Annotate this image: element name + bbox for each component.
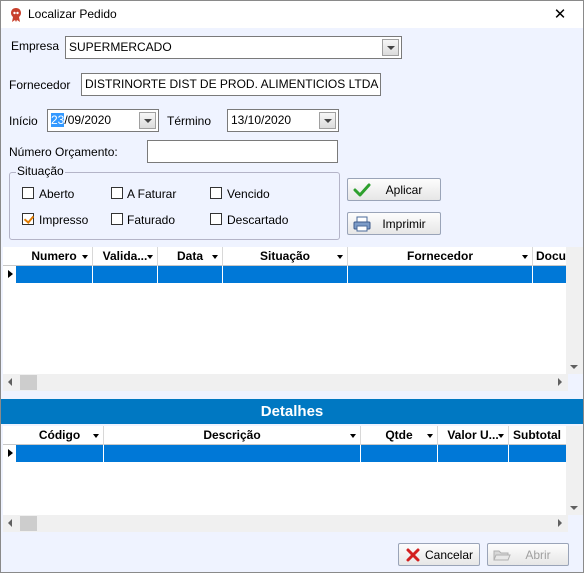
- termino-date-picker[interactable]: 13/10/2020: [227, 109, 339, 132]
- table-row[interactable]: [16, 266, 568, 283]
- inicio-label: Início: [9, 114, 38, 128]
- fornecedor-field[interactable]: DISTRINORTE DIST DE PROD. ALIMENTICIOS L…: [81, 73, 381, 96]
- window-title: Localizar Pedido: [28, 7, 117, 21]
- chevron-down-icon[interactable]: [382, 39, 399, 56]
- empresa-select[interactable]: SUPERMERCADO: [65, 36, 402, 59]
- descartado-checkbox[interactable]: [210, 213, 222, 225]
- descartado-label[interactable]: Descartado: [227, 213, 288, 227]
- orders-grid[interactable]: Numero Valida... Data Situação Fornecedo…: [3, 247, 568, 374]
- termino-value: 13/10/2020: [231, 113, 292, 127]
- col-fornecedor[interactable]: Fornecedor: [348, 247, 533, 266]
- inicio-date-picker[interactable]: 23/09/2020: [47, 109, 159, 132]
- col-descricao[interactable]: Descrição: [104, 426, 361, 445]
- faturado-checkbox[interactable]: [111, 213, 123, 225]
- a-faturar-label[interactable]: A Faturar: [127, 187, 176, 201]
- scroll-down-icon[interactable]: [570, 365, 578, 369]
- inicio-day-selected: 23: [51, 113, 65, 127]
- abrir-button[interactable]: Abrir: [487, 543, 569, 566]
- col-codigo[interactable]: Código: [16, 426, 104, 445]
- fornecedor-label: Fornecedor: [9, 78, 71, 92]
- col-situacao[interactable]: Situação: [223, 247, 348, 266]
- aberto-label[interactable]: Aberto: [39, 187, 74, 201]
- scroll-thumb[interactable]: [20, 516, 37, 531]
- orders-grid-header: Numero Valida... Data Situação Fornecedo…: [3, 247, 568, 266]
- termino-label: Término: [167, 114, 212, 128]
- table-row[interactable]: [16, 445, 568, 462]
- scroll-right-icon[interactable]: [558, 519, 562, 527]
- imprimir-label: Imprimir: [382, 217, 426, 231]
- col-subtotal[interactable]: Subtotal: [509, 426, 568, 445]
- aplicar-label: Aplicar: [385, 183, 423, 197]
- abrir-label: Abrir: [525, 548, 551, 562]
- dialog-window: Localizar Pedido ✕ Empresa SUPERMERCADO …: [0, 0, 584, 573]
- faturado-label[interactable]: Faturado: [127, 213, 175, 227]
- col-documento[interactable]: Docu: [533, 247, 568, 266]
- close-icon[interactable]: ✕: [537, 1, 583, 28]
- chevron-down-icon[interactable]: [319, 112, 336, 129]
- orders-vertical-scrollbar[interactable]: [566, 247, 583, 374]
- vencido-label[interactable]: Vencido: [227, 187, 270, 201]
- empresa-label: Empresa: [11, 39, 60, 53]
- orcamento-input[interactable]: [147, 140, 338, 163]
- chevron-down-icon[interactable]: [139, 112, 156, 129]
- row-indicator-arrow-icon: [3, 445, 17, 462]
- col-validade[interactable]: Valida...: [93, 247, 158, 266]
- col-numero[interactable]: Numero: [16, 247, 93, 266]
- scroll-thumb[interactable]: [20, 375, 37, 390]
- scroll-down-icon[interactable]: [570, 506, 578, 510]
- details-horizontal-scrollbar[interactable]: [3, 515, 568, 532]
- inicio-date-rest: /09/2020: [64, 113, 112, 127]
- cancelar-label: Cancelar: [424, 548, 474, 562]
- col-valor-unitario[interactable]: Valor U...: [438, 426, 509, 445]
- aplicar-button[interactable]: Aplicar: [347, 178, 441, 201]
- scroll-left-icon[interactable]: [8, 378, 12, 386]
- row-indicator-arrow-icon: [3, 266, 17, 283]
- orders-horizontal-scrollbar[interactable]: [3, 374, 568, 391]
- col-qtde[interactable]: Qtde: [361, 426, 438, 445]
- vencido-checkbox[interactable]: [210, 187, 222, 199]
- app-icon: [11, 8, 21, 22]
- scroll-right-icon[interactable]: [558, 378, 562, 386]
- situacao-title: Situação: [16, 164, 65, 178]
- detalhes-header: Detalhes: [1, 399, 583, 424]
- situacao-group: Situação Aberto A Faturar Vencido Impres…: [9, 164, 340, 240]
- a-faturar-checkbox[interactable]: [111, 187, 123, 199]
- details-grid[interactable]: Código Descrição Qtde Valor U... Subtota…: [3, 426, 568, 515]
- details-grid-header: Código Descrição Qtde Valor U... Subtota…: [3, 426, 568, 445]
- cancelar-button[interactable]: Cancelar: [398, 543, 480, 566]
- details-vertical-scrollbar[interactable]: [566, 426, 583, 515]
- orcamento-label: Número Orçamento:: [9, 145, 118, 159]
- aberto-checkbox[interactable]: [22, 187, 34, 199]
- col-data[interactable]: Data: [158, 247, 223, 266]
- empresa-value: SUPERMERCADO: [69, 40, 172, 54]
- imprimir-button[interactable]: Imprimir: [347, 212, 441, 235]
- fornecedor-value: DISTRINORTE DIST DE PROD. ALIMENTICIOS L…: [85, 77, 379, 91]
- title-bar: Localizar Pedido ✕: [1, 1, 583, 28]
- dialog-client: Empresa SUPERMERCADO Fornecedor DISTRINO…: [1, 28, 583, 572]
- impresso-checkbox[interactable]: [22, 213, 34, 225]
- impresso-label[interactable]: Impresso: [39, 213, 88, 227]
- scroll-left-icon[interactable]: [8, 519, 12, 527]
